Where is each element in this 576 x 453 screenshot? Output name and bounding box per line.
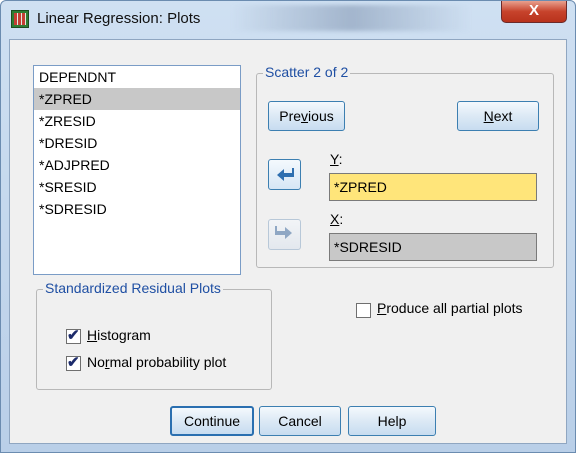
scatter-legend: Scatter 2 of 2 bbox=[263, 64, 351, 80]
arrow-left-icon bbox=[277, 168, 294, 181]
cancel-button[interactable]: Cancel bbox=[259, 406, 341, 436]
blurred-background-title bbox=[231, 5, 471, 31]
scatter-group: Scatter 2 of 2 Previous Next Y: *ZPRED X… bbox=[256, 64, 554, 268]
next-button[interactable]: Next bbox=[457, 101, 539, 131]
move-to-x-button[interactable] bbox=[268, 219, 301, 250]
variable-list-item[interactable]: *DRESID bbox=[34, 132, 240, 154]
variable-list-item[interactable]: DEPENDNT bbox=[34, 66, 240, 88]
checkmark-icon: ✔ bbox=[67, 327, 80, 344]
continue-button[interactable]: Continue bbox=[170, 406, 254, 436]
dialog-window: Linear Regression: Plots X DEPENDNT *ZPRE… bbox=[0, 0, 576, 453]
help-button[interactable]: Help bbox=[348, 406, 436, 436]
variable-list-item[interactable]: *ADJPRED bbox=[34, 154, 240, 176]
histogram-label[interactable]: Histogram bbox=[87, 327, 151, 343]
arrow-right-icon bbox=[275, 226, 292, 239]
previous-button[interactable]: Previous bbox=[268, 101, 345, 131]
y-axis-label: Y: bbox=[330, 151, 343, 167]
variable-list-item[interactable]: *SRESID bbox=[34, 176, 240, 198]
window-title: Linear Regression: Plots bbox=[37, 10, 201, 27]
move-to-y-button[interactable] bbox=[268, 159, 301, 190]
standardized-residual-plots-group: Standardized Residual Plots ✔ Histogram … bbox=[36, 280, 272, 390]
produce-partial-plots-checkbox[interactable] bbox=[356, 303, 371, 318]
produce-partial-plots-label[interactable]: Produce all partial plots bbox=[377, 300, 523, 316]
standardized-residual-plots-legend: Standardized Residual Plots bbox=[43, 280, 223, 296]
variable-list-item[interactable]: *SDRESID bbox=[34, 198, 240, 220]
variable-list[interactable]: DEPENDNT *ZPRED *ZRESID *DRESID *ADJPRED *SRE… bbox=[33, 65, 241, 275]
normal-probability-plot-label[interactable]: Normal probability plot bbox=[87, 354, 226, 370]
title-bar[interactable]: Linear Regression: Plots X bbox=[1, 1, 575, 39]
y-axis-field[interactable]: *ZPRED bbox=[329, 173, 537, 201]
dialog-body: DEPENDNT *ZPRED *ZRESID *DRESID *ADJPRED *SRE… bbox=[9, 39, 567, 444]
histogram-checkbox[interactable]: ✔ bbox=[66, 327, 81, 344]
spss-app-icon bbox=[11, 10, 29, 28]
x-axis-label: X: bbox=[330, 211, 344, 227]
variable-list-item[interactable]: *ZPRED bbox=[34, 88, 240, 110]
close-icon: X bbox=[528, 2, 539, 19]
normal-probability-plot-checkbox[interactable]: ✔ bbox=[66, 354, 81, 371]
close-button[interactable]: X bbox=[501, 1, 567, 23]
variable-list-item[interactable]: *ZRESID bbox=[34, 110, 240, 132]
x-axis-field[interactable]: *SDRESID bbox=[329, 233, 537, 261]
checkmark-icon: ✔ bbox=[67, 354, 80, 371]
